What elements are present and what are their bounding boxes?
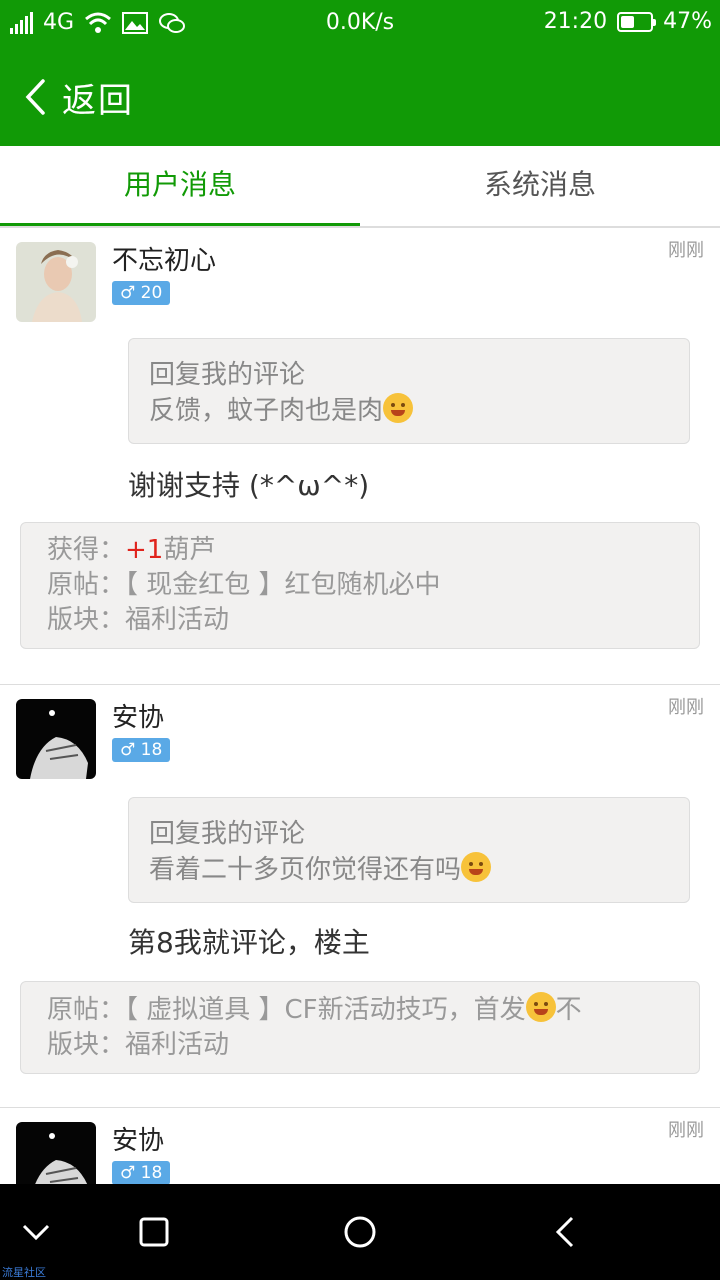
username: 安协	[112, 1126, 165, 1156]
message-time: 刚刚	[668, 1120, 704, 1141]
reward-unit: 葫芦	[163, 535, 216, 565]
tab-system-messages[interactable]: 系统消息	[360, 146, 720, 224]
yum-emoji-icon	[383, 393, 414, 423]
post-info[interactable]: 原帖：【 虚拟道具 】CF新活动技巧，首发不 版块：福利活动	[20, 981, 700, 1074]
reply-text: 第8我就评论，楼主	[128, 926, 370, 959]
recent-apps-icon[interactable]	[132, 1210, 176, 1254]
username: 不忘初心	[112, 246, 217, 276]
quoted-comment[interactable]: 回复我的评论 反馈，蚊子肉也是肉	[128, 338, 690, 444]
quote-title: 回复我的评论	[149, 819, 306, 849]
quote-text: 反馈，蚊子肉也是肉	[149, 396, 384, 426]
original-post: 原帖：【 现金红包 】红包随机必中	[47, 570, 441, 600]
message-card[interactable]: 安协 ♂ 18 刚刚 回复我的评论 看着二十多页你觉得还有吗 第8我就评论，楼主…	[0, 685, 720, 1108]
grin-emoji-icon	[525, 992, 556, 1022]
battery-percent: 47%	[663, 9, 712, 34]
quote-title: 回复我的评论	[149, 360, 306, 390]
board-name: 版块：福利活动	[47, 1030, 230, 1060]
gender-age-badge: ♂ 18	[112, 1161, 171, 1184]
back-label: 返回	[62, 80, 134, 121]
board-name: 版块：福利活动	[47, 605, 230, 635]
battery-icon	[617, 11, 657, 32]
avatar[interactable]	[16, 699, 96, 779]
message-card[interactable]: 安协 ♂ 18 刚刚	[0, 1108, 720, 1184]
app-bar: 返回	[0, 48, 720, 146]
avatar[interactable]	[16, 1122, 96, 1184]
reward-value: +1	[125, 535, 164, 565]
back-button[interactable]: 返回	[24, 70, 134, 124]
message-list[interactable]: 不忘初心 ♂ 20 刚刚 回复我的评论 反馈，蚊子肉也是肉 谢谢支持 (*^ω^…	[0, 228, 720, 1184]
home-icon[interactable]	[338, 1210, 382, 1254]
message-tabs: 用户消息 系统消息	[0, 146, 720, 228]
message-time: 刚刚	[668, 240, 704, 261]
quote-text: 看着二十多页你觉得还有吗	[149, 855, 462, 885]
message-time: 刚刚	[668, 697, 704, 718]
username: 安协	[112, 703, 165, 733]
gender-age-badge: ♂ 20	[112, 281, 171, 305]
clock: 21:20	[543, 9, 608, 34]
original-post-tail: 不	[555, 995, 582, 1025]
post-info[interactable]: 获得：+1葫芦 原帖：【 现金红包 】红包随机必中 版块：福利活动	[20, 522, 700, 649]
original-post: 原帖：【 虚拟道具 】CF新活动技巧，首发	[47, 995, 526, 1025]
back-arrow-icon	[25, 79, 45, 115]
gender-age-badge: ♂ 18	[112, 738, 171, 762]
quoted-comment[interactable]: 回复我的评论 看着二十多页你觉得还有吗	[128, 797, 690, 903]
status-bar: 4G 0.0K/s 21:20 47%	[0, 0, 720, 48]
message-card[interactable]: 不忘初心 ♂ 20 刚刚 回复我的评论 反馈，蚊子肉也是肉 谢谢支持 (*^ω^…	[0, 228, 720, 685]
tab-user-messages[interactable]: 用户消息	[0, 146, 360, 226]
reward-label: 获得：	[47, 535, 126, 565]
watermark: 流星社区	[2, 1266, 46, 1279]
back-nav-icon[interactable]	[544, 1210, 588, 1254]
navigation-bar: 流星社区	[0, 1184, 720, 1280]
reply-text: 谢谢支持 (*^ω^*)	[128, 469, 370, 502]
smile-emoji-icon	[461, 852, 492, 882]
hide-nav-chevron-icon[interactable]	[14, 1210, 58, 1254]
avatar[interactable]	[16, 242, 96, 322]
